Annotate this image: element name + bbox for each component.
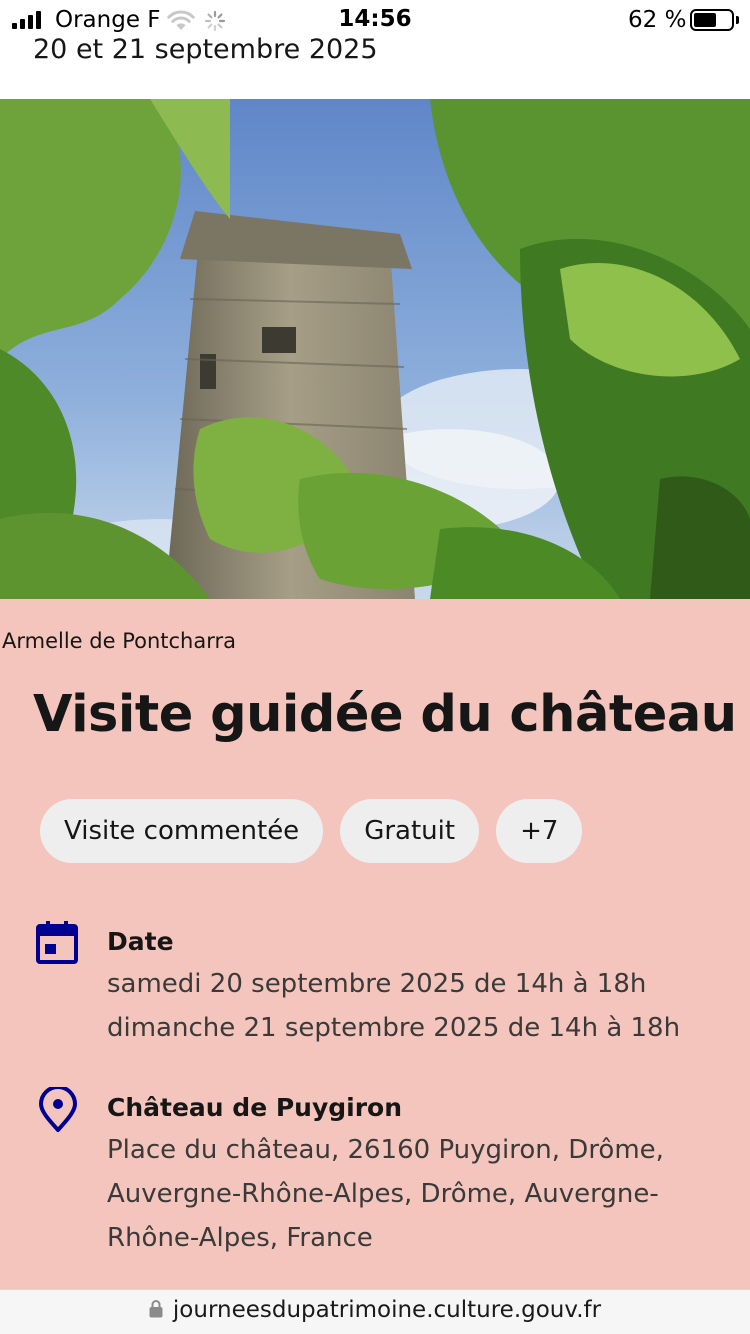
battery-level-fill [694, 13, 716, 27]
event-details: Armelle de Pontcharra Visite guidée du c… [0, 599, 750, 1289]
url-container: journeesdupatrimoine.culture.gouv.fr [0, 1297, 750, 1323]
battery-icon [690, 9, 734, 31]
lock-icon [149, 1299, 163, 1322]
address-line-2: Auvergne-Rhône-Alpes, Drôme, Auvergne- [107, 1179, 659, 1209]
tag-more[interactable]: +7 [496, 799, 583, 863]
tag-list: Visite commentée Gratuit +7 [40, 799, 583, 863]
address-line-1: Place du château, 26160 Puygiron, Drôme, [107, 1135, 664, 1165]
address-line-3: Rhône-Alpes, France [107, 1223, 373, 1253]
map-pin-icon [38, 1085, 78, 1137]
tag-visite-commentee[interactable]: Visite commentée [40, 799, 324, 863]
location-name: Château de Puygiron [107, 1093, 403, 1122]
tag-gratuit[interactable]: Gratuit [340, 799, 480, 863]
calendar-icon [36, 921, 78, 969]
browser-url-bar[interactable]: journeesdupatrimoine.culture.gouv.fr [0, 1289, 750, 1334]
photo-credit: Armelle de Pontcharra [2, 629, 236, 653]
event-date-range: 20 et 21 septembre 2025 [33, 34, 378, 65]
date-line-sunday: dimanche 21 septembre 2025 de 14h à 18h [107, 1013, 681, 1043]
battery-cap [736, 16, 739, 24]
battery-percentage: 62 % [628, 7, 687, 33]
date-heading: Date [107, 927, 174, 956]
date-line-saturday: samedi 20 septembre 2025 de 14h à 18h [107, 969, 647, 999]
hero-photo [0, 99, 750, 599]
event-title: Visite guidée du château [33, 685, 737, 744]
url-text[interactable]: journeesdupatrimoine.culture.gouv.fr [173, 1297, 601, 1323]
